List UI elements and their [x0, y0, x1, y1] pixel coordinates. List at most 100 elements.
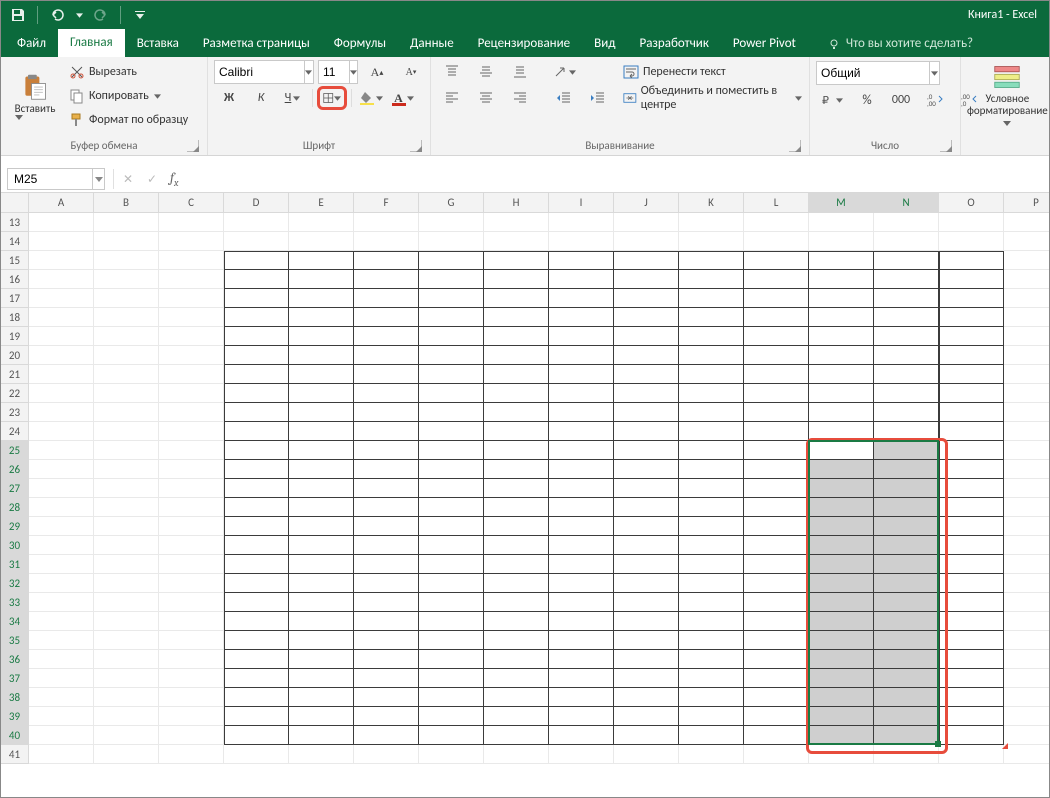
tab-главная[interactable]: Главная — [58, 29, 125, 57]
cell[interactable] — [419, 669, 484, 688]
cell[interactable] — [419, 574, 484, 593]
cell[interactable] — [939, 213, 1004, 232]
cell[interactable] — [744, 517, 809, 536]
save-icon[interactable] — [7, 4, 29, 26]
cell[interactable] — [1004, 384, 1049, 403]
cell[interactable] — [224, 365, 289, 384]
cell[interactable] — [419, 536, 484, 555]
cell[interactable] — [679, 384, 744, 403]
cell[interactable] — [419, 612, 484, 631]
cell[interactable] — [809, 479, 874, 498]
tab-формулы[interactable]: Формулы — [322, 30, 398, 57]
cell[interactable] — [874, 365, 939, 384]
cell[interactable] — [159, 669, 224, 688]
cell[interactable] — [354, 441, 419, 460]
cell[interactable] — [224, 213, 289, 232]
orientation-icon[interactable] — [549, 60, 581, 84]
cell[interactable] — [614, 403, 679, 422]
cell[interactable] — [354, 289, 419, 308]
cell[interactable] — [679, 327, 744, 346]
cell[interactable] — [419, 251, 484, 270]
worksheet[interactable]: ABCDEFGHIJKLMNOP131415161718192021222324… — [1, 193, 1049, 797]
cell[interactable] — [289, 688, 354, 707]
cell[interactable] — [549, 707, 614, 726]
cell[interactable] — [1004, 498, 1049, 517]
cell[interactable] — [614, 688, 679, 707]
row-header[interactable]: 33 — [1, 593, 29, 612]
cell[interactable] — [159, 745, 224, 764]
cell[interactable] — [549, 213, 614, 232]
cell[interactable] — [874, 745, 939, 764]
cell[interactable] — [549, 251, 614, 270]
cell[interactable] — [29, 669, 94, 688]
cell[interactable] — [679, 536, 744, 555]
cell[interactable] — [224, 593, 289, 612]
cell[interactable] — [939, 460, 1004, 479]
cell[interactable] — [744, 327, 809, 346]
fx-icon[interactable]: fx — [164, 169, 184, 189]
cell[interactable] — [419, 308, 484, 327]
cell[interactable] — [939, 251, 1004, 270]
row-header[interactable]: 29 — [1, 517, 29, 536]
cell[interactable] — [874, 213, 939, 232]
cell[interactable] — [484, 612, 549, 631]
cell[interactable] — [159, 726, 224, 745]
dialog-launcher-icon[interactable] — [940, 140, 952, 152]
cell[interactable] — [809, 460, 874, 479]
cell[interactable] — [614, 251, 679, 270]
tab-разработчик[interactable]: Разработчик — [627, 30, 720, 57]
cell[interactable] — [29, 536, 94, 555]
cell[interactable] — [549, 232, 614, 251]
cell[interactable] — [419, 479, 484, 498]
cell[interactable] — [29, 346, 94, 365]
cell[interactable] — [94, 422, 159, 441]
column-header[interactable]: I — [549, 193, 614, 213]
row-header[interactable]: 40 — [1, 726, 29, 745]
cell[interactable] — [744, 555, 809, 574]
cell[interactable] — [1004, 213, 1049, 232]
cell[interactable] — [679, 213, 744, 232]
cell[interactable] — [354, 745, 419, 764]
bold-button[interactable]: Ж — [214, 86, 244, 110]
cell[interactable] — [289, 726, 354, 745]
row-header[interactable]: 39 — [1, 707, 29, 726]
cell[interactable] — [484, 631, 549, 650]
cell[interactable] — [549, 422, 614, 441]
cell[interactable] — [419, 631, 484, 650]
cell[interactable] — [29, 270, 94, 289]
cell[interactable] — [94, 251, 159, 270]
cell[interactable] — [354, 612, 419, 631]
cell[interactable] — [484, 479, 549, 498]
qat-customize-icon[interactable] — [129, 4, 151, 26]
cell[interactable] — [1004, 574, 1049, 593]
cell[interactable] — [419, 213, 484, 232]
cell[interactable] — [419, 498, 484, 517]
cell[interactable] — [159, 650, 224, 669]
cell[interactable] — [419, 365, 484, 384]
cell[interactable] — [744, 593, 809, 612]
cell[interactable] — [874, 251, 939, 270]
cell[interactable] — [549, 327, 614, 346]
cell[interactable] — [744, 745, 809, 764]
row-header[interactable]: 24 — [1, 422, 29, 441]
cell[interactable] — [679, 574, 744, 593]
cell[interactable] — [744, 688, 809, 707]
cell[interactable] — [289, 574, 354, 593]
cell[interactable] — [289, 517, 354, 536]
cell[interactable] — [614, 441, 679, 460]
cell[interactable] — [224, 707, 289, 726]
cell[interactable] — [1004, 270, 1049, 289]
cell[interactable] — [614, 365, 679, 384]
cell[interactable] — [289, 308, 354, 327]
cell[interactable] — [224, 612, 289, 631]
cell[interactable] — [614, 422, 679, 441]
increase-decimal-icon[interactable]: ,0,00 — [920, 88, 950, 112]
cell[interactable] — [29, 726, 94, 745]
cell[interactable] — [354, 726, 419, 745]
cell[interactable] — [1004, 555, 1049, 574]
tab-вид[interactable]: Вид — [582, 30, 627, 57]
cell[interactable] — [549, 536, 614, 555]
cell[interactable] — [289, 441, 354, 460]
cell[interactable] — [679, 555, 744, 574]
cell[interactable] — [809, 346, 874, 365]
